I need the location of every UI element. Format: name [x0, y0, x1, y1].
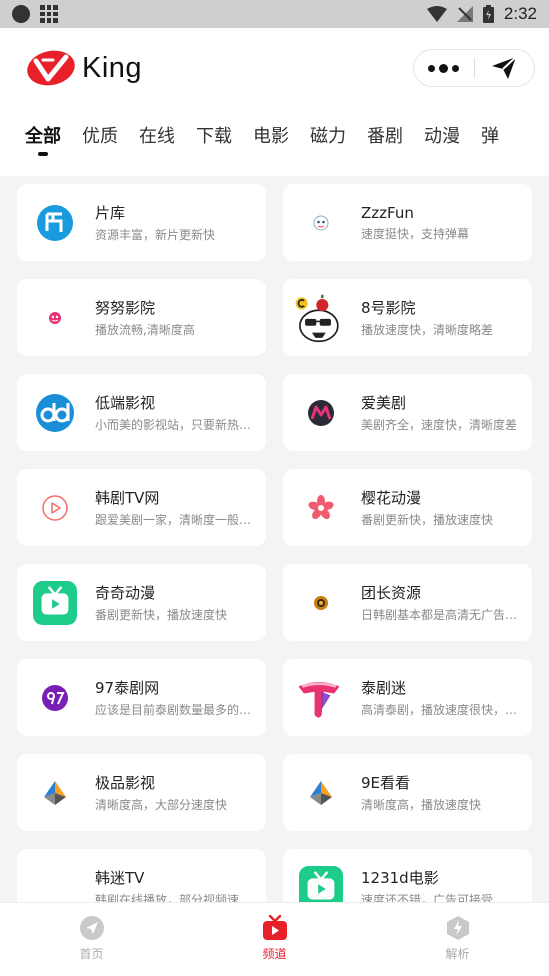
- 97taiju-icon: [33, 676, 77, 720]
- logo-text: King: [82, 51, 143, 84]
- jipin-icon: [33, 771, 77, 815]
- 9ekankan-icon: [299, 771, 343, 815]
- site-desc: 美剧齐全，速度快，清晰度差: [361, 418, 518, 432]
- site-desc: 清晰度高，大部分速度快: [95, 798, 228, 812]
- sakura-icon: [299, 486, 343, 530]
- app-logo: King: [26, 49, 142, 87]
- nav-parse[interactable]: 解析: [366, 903, 549, 976]
- site-title: 1231d电影: [361, 869, 439, 887]
- site-title: 片库: [95, 204, 126, 222]
- notification-dot-icon: [12, 5, 30, 23]
- qiqi-icon: [33, 580, 77, 625]
- hanjutv-icon: [33, 486, 77, 530]
- site-desc: 速度挺快，支持弹幕: [361, 226, 470, 241]
- send-icon: [492, 56, 517, 79]
- site-title: 韩剧TV网: [95, 489, 160, 507]
- site-grid: 片库 资源丰富，新片更新快 ZzzFun 速度挺快，支持弹幕 努努影院 播放流畅…: [17, 184, 532, 926]
- tuanzhang-icon: [299, 581, 343, 625]
- site-card[interactable]: 韩剧TV网 跟爱美剧一家，清晰度一般…: [17, 469, 266, 546]
- site-card[interactable]: 奇奇动漫 番剧更新快，播放速度快: [17, 564, 266, 641]
- tv-icon: [262, 915, 287, 940]
- site-card[interactable]: 团长资源 日韩剧基本都是高清无广告…: [283, 564, 532, 641]
- site-desc: 小而美的影视站，只要新热…: [95, 418, 252, 432]
- site-card[interactable]: 努努影院 播放流畅,清晰度高: [17, 279, 266, 356]
- site-title: 奇奇动漫: [95, 584, 156, 602]
- site-title: 8号影院: [361, 299, 416, 317]
- tab-online[interactable]: 在线: [139, 108, 175, 176]
- site-desc: 播放流畅,清晰度高: [95, 323, 195, 337]
- site-card[interactable]: 低端影视 小而美的影视站，只要新热…: [17, 374, 266, 451]
- site-desc: 高清泰剧，播放速度很快，…: [361, 703, 518, 717]
- site-card[interactable]: 9E看看 清晰度高，播放速度快: [283, 754, 532, 831]
- site-desc: 应该是目前泰剧数量最多的…: [95, 703, 252, 717]
- tab-movie[interactable]: 电影: [253, 108, 289, 176]
- ddys-icon: [33, 391, 77, 435]
- site-desc: 番剧更新快，播放速度快: [361, 513, 494, 527]
- site-title: 97泰剧网: [95, 679, 160, 697]
- app-header: King: [0, 28, 549, 108]
- category-tabs: 全部 优质 在线 下载 电影 磁力 番剧 动漫 弹: [0, 108, 549, 176]
- site-card[interactable]: 极品影视 清晰度高，大部分速度快: [17, 754, 266, 831]
- mini-program-capsule: [413, 49, 535, 87]
- site-desc: 番剧更新快，播放速度快: [95, 608, 228, 622]
- bottom-nav: 首页 频道 解析: [0, 902, 549, 976]
- site-card[interactable]: ZzzFun 速度挺快，支持弹幕: [283, 184, 532, 261]
- site-title: 努努影院: [95, 299, 156, 317]
- tab-magnet[interactable]: 磁力: [310, 108, 346, 176]
- tab-download[interactable]: 下载: [196, 108, 232, 176]
- site-title: 樱花动漫: [361, 489, 422, 507]
- battery-icon: [482, 5, 494, 23]
- site-card[interactable]: 樱花动漫 番剧更新快，播放速度快: [283, 469, 532, 546]
- compass-icon: [79, 916, 104, 940]
- nav-channel[interactable]: 频道: [183, 903, 366, 976]
- nav-home[interactable]: 首页: [0, 903, 183, 976]
- site-card[interactable]: 爱美剧 美剧齐全，速度快，清晰度差: [283, 374, 532, 451]
- tab-bangumi[interactable]: 番剧: [367, 108, 403, 176]
- tab-danmaku[interactable]: 弹: [481, 108, 499, 176]
- status-bar: 2:32: [0, 0, 549, 28]
- site-title: ZzzFun: [361, 203, 414, 222]
- zzzfun-icon: [299, 201, 343, 245]
- site-title: 低端影视: [95, 394, 156, 412]
- 8hao-icon: [295, 294, 343, 342]
- site-title: 团长资源: [361, 584, 422, 602]
- taijumi-icon: [298, 676, 343, 720]
- lightning-icon: [446, 916, 469, 940]
- app-grid-icon: [40, 5, 58, 23]
- tab-all[interactable]: 全部: [25, 108, 61, 176]
- site-desc: 播放速度快，清晰度略差: [361, 323, 494, 337]
- aimeiju-icon: [299, 391, 343, 435]
- site-desc: 日韩剧基本都是高清无广告…: [361, 608, 518, 622]
- site-card[interactable]: 泰剧迷 高清泰剧，播放速度很快，…: [283, 659, 532, 736]
- signal-off-icon: [456, 6, 473, 22]
- tab-premium[interactable]: 优质: [82, 108, 118, 176]
- site-desc: 清晰度高，播放速度快: [361, 798, 482, 812]
- more-options-button[interactable]: [414, 63, 474, 73]
- site-desc: 跟爱美剧一家，清晰度一般…: [95, 513, 252, 527]
- nav-home-label: 首页: [79, 947, 104, 961]
- site-card[interactable]: 97泰剧网 应该是目前泰剧数量最多的…: [17, 659, 266, 736]
- site-title: 泰剧迷: [361, 679, 407, 697]
- site-title: 韩迷TV: [95, 869, 145, 887]
- nunu-icon: [33, 296, 77, 340]
- king-logo-icon: [27, 50, 75, 86]
- wifi-icon: [426, 6, 447, 22]
- site-title: 爱美剧: [361, 394, 407, 412]
- share-button[interactable]: [475, 56, 535, 80]
- site-title: 9E看看: [361, 774, 411, 792]
- status-time: 2:32: [503, 4, 537, 23]
- nav-parse-label: 解析: [445, 947, 470, 961]
- nav-channel-label: 频道: [262, 947, 287, 961]
- pianku-icon: [33, 201, 77, 245]
- site-title: 极品影视: [95, 774, 156, 792]
- site-desc: 资源丰富，新片更新快: [95, 228, 216, 242]
- site-card[interactable]: 8号影院 播放速度快，清晰度略差: [283, 279, 532, 356]
- tab-anime[interactable]: 动漫: [424, 108, 460, 176]
- site-card[interactable]: 片库 资源丰富，新片更新快: [17, 184, 266, 261]
